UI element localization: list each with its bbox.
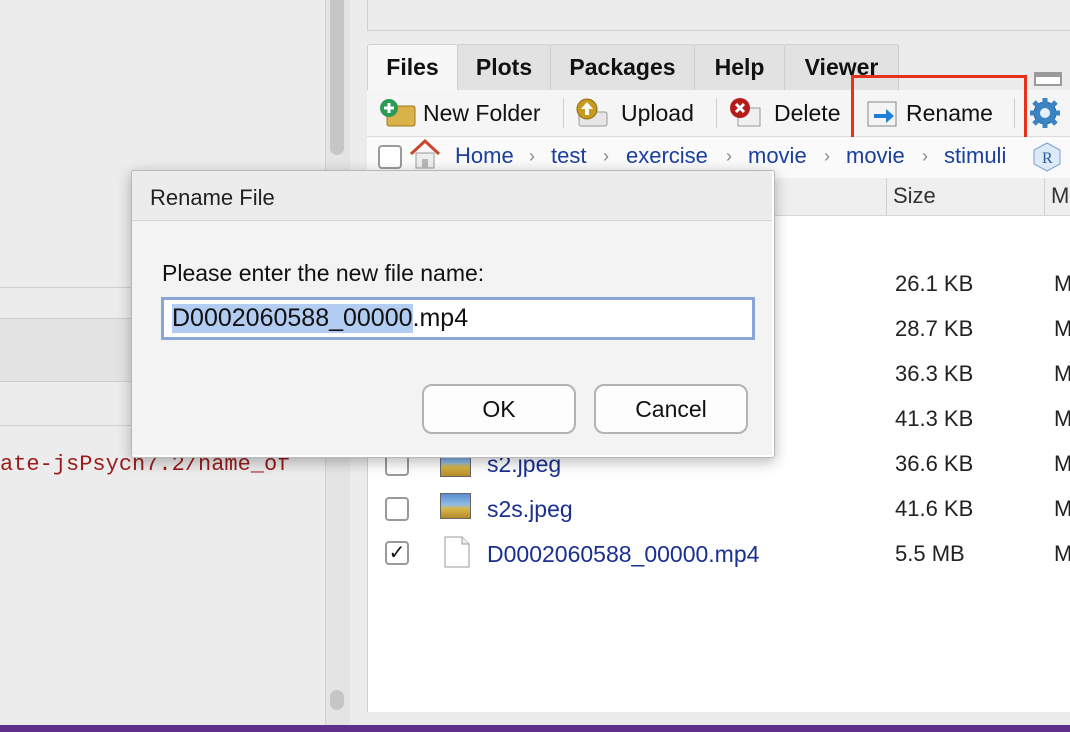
- tab-label: Files: [386, 54, 439, 80]
- minimize-pane-button[interactable]: [1034, 72, 1062, 86]
- column-modified[interactable]: M: [1051, 183, 1069, 209]
- row-size: 41.6 KB: [895, 496, 974, 521]
- delete-label: Delete: [774, 99, 841, 126]
- toolbar-separator: [563, 98, 564, 128]
- row-modified: M: [1054, 451, 1070, 476]
- new-folder-icon: [380, 99, 416, 127]
- upload-icon: [576, 98, 608, 127]
- document-file-icon: [444, 536, 470, 568]
- new-folder-button[interactable]: New Folder: [379, 96, 541, 130]
- tab-packages[interactable]: Packages: [550, 44, 695, 90]
- upload-label: Upload: [621, 99, 694, 126]
- breadcrumb-movie[interactable]: movie: [748, 143, 807, 169]
- ok-button[interactable]: OK: [422, 384, 576, 434]
- row-checkbox[interactable]: [385, 497, 409, 521]
- column-divider: [1044, 178, 1045, 215]
- cancel-label: Cancel: [635, 395, 707, 422]
- row-modified: M: [1054, 406, 1070, 431]
- tab-label: Help: [714, 54, 765, 80]
- breadcrumb-separator: ›: [922, 146, 928, 166]
- row-modified: M: [1054, 541, 1070, 566]
- breadcrumb-exercise[interactable]: exercise: [626, 143, 708, 169]
- tab-help[interactable]: Help: [694, 44, 785, 90]
- gear-icon: [1030, 98, 1060, 128]
- dialog-title: Rename File: [150, 185, 275, 210]
- svg-text:R: R: [1042, 150, 1053, 167]
- breadcrumb-separator: ›: [529, 146, 535, 166]
- breadcrumb-separator: ›: [603, 146, 609, 166]
- upload-button[interactable]: Upload: [575, 96, 694, 130]
- file-name-link[interactable]: s2s.jpeg: [487, 496, 573, 523]
- upper-right-pane: [367, 0, 1070, 31]
- toolbar-separator: [716, 98, 717, 128]
- breadcrumb-movie-2[interactable]: movie: [846, 143, 905, 169]
- file-name-link[interactable]: D0002060588_00000.mp4: [487, 541, 759, 568]
- tab-label: Plots: [475, 54, 533, 80]
- delete-button[interactable]: Delete: [728, 96, 840, 130]
- row-size: 36.3 KB: [895, 361, 974, 386]
- delete-icon: [730, 98, 761, 127]
- breadcrumb-separator: ›: [726, 146, 732, 166]
- dialog-prompt: Please enter the new file name:: [162, 260, 485, 286]
- bottom-status-bar: [0, 725, 1070, 732]
- row-modified: M: [1054, 316, 1070, 341]
- input-extension-text: .mp4: [412, 304, 469, 332]
- tab-files[interactable]: Files: [367, 44, 458, 90]
- left-scrollbar-thumb[interactable]: [330, 0, 344, 155]
- row-modified: M: [1054, 496, 1070, 521]
- new-file-name-input[interactable]: D0002060588_00000 .mp4: [161, 297, 755, 340]
- row-checkbox[interactable]: ✓: [385, 541, 409, 565]
- column-size[interactable]: Size: [893, 183, 936, 209]
- breadcrumb-separator: ›: [824, 146, 830, 166]
- home-icon[interactable]: [408, 138, 442, 170]
- breadcrumb-home[interactable]: Home: [455, 143, 514, 169]
- more-settings-button[interactable]: [1028, 96, 1062, 130]
- row-size: 28.7 KB: [895, 316, 974, 341]
- input-selected-text: D0002060588_00000: [172, 304, 413, 333]
- tab-label: Packages: [569, 54, 676, 80]
- cancel-button[interactable]: Cancel: [594, 384, 748, 434]
- tab-plots[interactable]: Plots: [457, 44, 551, 90]
- row-size: 36.6 KB: [895, 451, 974, 476]
- row-size: 5.5 MB: [895, 541, 965, 566]
- breadcrumb-test[interactable]: test: [551, 143, 586, 169]
- r-project-icon[interactable]: R: [1032, 141, 1062, 173]
- select-all-checkbox[interactable]: [378, 145, 402, 169]
- row-modified: M: [1054, 361, 1070, 386]
- row-size: 41.3 KB: [895, 406, 974, 431]
- left-scrollbar-thumb-bottom[interactable]: [330, 690, 344, 710]
- new-folder-label: New Folder: [423, 99, 541, 126]
- column-divider: [886, 178, 887, 215]
- row-modified: M: [1054, 271, 1070, 296]
- ok-label: OK: [482, 395, 516, 422]
- image-file-icon: [440, 493, 471, 519]
- breadcrumb-stimuli[interactable]: stimuli: [944, 143, 1006, 169]
- row-size: 26.1 KB: [895, 271, 974, 296]
